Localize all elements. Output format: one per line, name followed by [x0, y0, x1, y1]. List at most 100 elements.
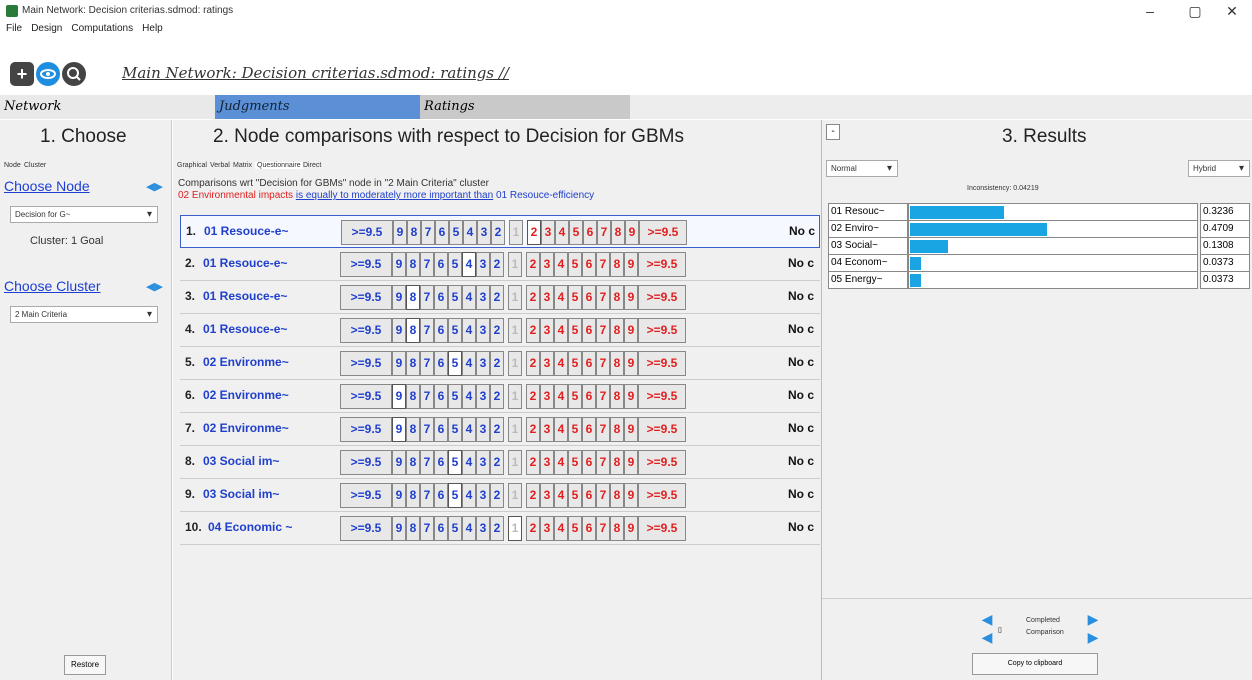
scale-left-max[interactable]: >=9.5	[340, 384, 392, 409]
scale-left-7[interactable]: 7	[421, 220, 435, 245]
scale-left-7[interactable]: 7	[420, 450, 434, 475]
scale-left-5[interactable]: 5	[448, 351, 462, 376]
scale-left-max[interactable]: >=9.5	[340, 318, 392, 343]
no-comparison-cell[interactable]: No c	[788, 483, 820, 508]
scale-right-7[interactable]: 7	[596, 252, 610, 277]
scale-right-2[interactable]: 2	[526, 384, 540, 409]
tab-matrix[interactable]: Matrix	[233, 162, 252, 169]
scale-right-4[interactable]: 4	[555, 220, 569, 245]
scale-left-3[interactable]: 3	[476, 417, 490, 442]
scale-left-2[interactable]: 2	[490, 351, 504, 376]
node-dropdown[interactable]: Decision for G~ ▾	[10, 206, 158, 223]
scale-right-6[interactable]: 6	[582, 417, 596, 442]
collapse-button[interactable]: -	[826, 124, 840, 140]
scale-equal-1[interactable]: 1	[509, 220, 523, 245]
scale-right-3[interactable]: 3	[540, 384, 554, 409]
scale-right-5[interactable]: 5	[568, 483, 582, 508]
scale-left-9[interactable]: 9	[392, 252, 406, 277]
scale-left-8[interactable]: 8	[406, 450, 420, 475]
search-icon[interactable]	[62, 62, 86, 86]
scale-right-4[interactable]: 4	[554, 417, 568, 442]
scale-right-8[interactable]: 8	[610, 417, 624, 442]
scale-left-2[interactable]: 2	[490, 516, 504, 541]
scale-right-6[interactable]: 6	[582, 252, 596, 277]
scale-right-9[interactable]: 9	[624, 417, 638, 442]
scale-right-max[interactable]: >=9.5	[638, 384, 686, 409]
restore-ui-button[interactable]: Restore	[64, 655, 107, 675]
scale-left-2[interactable]: 2	[490, 483, 504, 508]
scale-right-5[interactable]: 5	[568, 516, 582, 541]
scale-right-9[interactable]: 9	[624, 252, 638, 277]
scale-right-4[interactable]: 4	[554, 351, 568, 376]
scale-right-9[interactable]: 9	[624, 516, 638, 541]
scale-right-3[interactable]: 3	[540, 516, 554, 541]
scale-left-5[interactable]: 5	[449, 220, 463, 245]
minimize-button[interactable]: –	[1130, 2, 1170, 20]
scale-right-8[interactable]: 8	[611, 220, 625, 245]
scale-right-4[interactable]: 4	[554, 252, 568, 277]
last-comparison-icon[interactable]: ▶	[1086, 630, 1100, 644]
scale-left-max[interactable]: >=9.5	[340, 516, 392, 541]
scale-equal-1[interactable]: 1	[508, 516, 522, 541]
scale-left-8[interactable]: 8	[406, 318, 420, 343]
scale-left-8[interactable]: 8	[406, 351, 420, 376]
scale-left-7[interactable]: 7	[420, 285, 434, 310]
scale-right-max[interactable]: >=9.5	[638, 318, 686, 343]
scale-left-7[interactable]: 7	[420, 516, 434, 541]
scale-left-max[interactable]: >=9.5	[340, 252, 392, 277]
menu-design[interactable]: Design	[31, 23, 62, 34]
scale-right-2[interactable]: 2	[526, 417, 540, 442]
scale-right-3[interactable]: 3	[540, 285, 554, 310]
scale-equal-1[interactable]: 1	[508, 252, 522, 277]
scale-left-2[interactable]: 2	[490, 384, 504, 409]
tab-direct[interactable]: Direct	[303, 162, 321, 169]
scale-right-9[interactable]: 9	[624, 384, 638, 409]
first-comparison-icon[interactable]: ◀	[980, 630, 994, 644]
scale-right-6[interactable]: 6	[582, 351, 596, 376]
prev-comparison-icon[interactable]: ◀	[980, 612, 994, 626]
scale-left-max[interactable]: >=9.5	[340, 483, 392, 508]
cluster-nav-arrows-icon[interactable]: ◀▶	[146, 281, 166, 293]
restore-button[interactable]: ▢	[1175, 2, 1215, 20]
scale-left-8[interactable]: 8	[406, 516, 420, 541]
scale-right-4[interactable]: 4	[554, 285, 568, 310]
scale-right-9[interactable]: 9	[624, 318, 638, 343]
scale-left-6[interactable]: 6	[434, 252, 448, 277]
scale-right-6[interactable]: 6	[582, 516, 596, 541]
scale-left-2[interactable]: 2	[490, 252, 504, 277]
hybrid-dropdown[interactable]: Hybrid ▾	[1188, 160, 1250, 177]
node-nav-arrows-icon[interactable]: ◀▶	[146, 181, 166, 193]
scale-left-9[interactable]: 9	[392, 384, 406, 409]
scale-left-8[interactable]: 8	[406, 483, 420, 508]
scale-left-9[interactable]: 9	[392, 318, 406, 343]
scale-right-max[interactable]: >=9.5	[638, 516, 686, 541]
scale-right-9[interactable]: 9	[624, 450, 638, 475]
no-comparison-cell[interactable]: No c	[788, 285, 820, 310]
scale-left-3[interactable]: 3	[476, 318, 490, 343]
choose-cluster-link[interactable]: Choose Cluster	[4, 278, 101, 294]
scale-right-8[interactable]: 8	[610, 351, 624, 376]
scale-left-7[interactable]: 7	[420, 483, 434, 508]
scale-left-6[interactable]: 6	[435, 220, 449, 245]
scale-left-2[interactable]: 2	[491, 220, 505, 245]
scale-right-6[interactable]: 6	[582, 450, 596, 475]
scale-equal-1[interactable]: 1	[508, 450, 522, 475]
scale-left-6[interactable]: 6	[434, 351, 448, 376]
scale-left-5[interactable]: 5	[448, 483, 462, 508]
scale-right-7[interactable]: 7	[597, 220, 611, 245]
scale-left-3[interactable]: 3	[476, 384, 490, 409]
scale-right-5[interactable]: 5	[568, 252, 582, 277]
scale-right-7[interactable]: 7	[596, 516, 610, 541]
scale-left-5[interactable]: 5	[448, 516, 462, 541]
scale-left-9[interactable]: 9	[392, 351, 406, 376]
scale-left-3[interactable]: 3	[476, 516, 490, 541]
scale-left-4[interactable]: 4	[462, 318, 476, 343]
scale-right-4[interactable]: 4	[554, 384, 568, 409]
scale-right-max[interactable]: >=9.5	[639, 220, 687, 245]
cluster-dropdown[interactable]: 2 Main Criteria ▾	[10, 306, 158, 323]
no-comparison-cell[interactable]: No c	[788, 351, 820, 376]
scale-left-2[interactable]: 2	[490, 450, 504, 475]
scale-left-max[interactable]: >=9.5	[340, 285, 392, 310]
scale-left-6[interactable]: 6	[434, 285, 448, 310]
verbal-relation[interactable]: is equally to moderately more important …	[296, 190, 493, 201]
